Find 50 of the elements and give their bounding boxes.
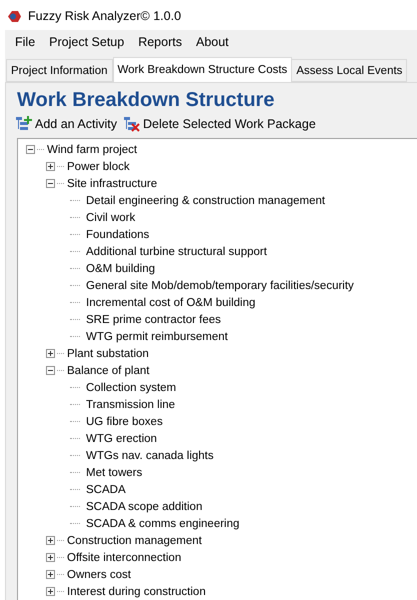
tree-item[interactable]: O&M building [86,262,156,274]
tree-item[interactable]: Balance of plant [67,364,150,376]
tree-item[interactable]: SRE prime contractor fees [86,314,221,326]
menu-item[interactable]: Reports [131,33,189,51]
tree-item[interactable]: General site Mob/demob/temporary facilities/security [86,280,354,292]
delete-node-icon [123,116,140,132]
tree-item[interactable]: Additional turbine structural support [86,246,267,258]
tree-item[interactable]: Interest during construction [67,586,206,598]
tree-item[interactable]: Foundations [86,228,150,240]
tree-item[interactable]: Collection system [86,382,176,394]
tree-item[interactable]: WTGs nav. canada lights [86,450,214,462]
add-button[interactable]: Add an Activity [15,116,117,132]
window-title: Fuzzy Risk Analyzer© 1.0.0 [28,9,182,23]
tree-item[interactable]: Civil work [86,212,136,224]
tree-item[interactable]: Met towers [86,466,142,478]
expand-toggle[interactable] [46,536,55,545]
tree-item[interactable]: SCADA scope addition [86,500,202,512]
tree-item[interactable]: Offsite interconnection [67,552,182,564]
expand-toggle[interactable] [46,587,55,596]
tree-item[interactable]: SCADA & comms engineering [86,518,240,530]
expand-toggle[interactable] [46,570,55,579]
tree-item[interactable]: Wind farm project [47,144,138,156]
collapse-toggle[interactable] [46,366,55,375]
tab[interactable]: Project Information [6,59,113,82]
section-title: Work Breakdown Structure [16,88,276,113]
expand-toggle[interactable] [46,349,55,358]
tree-item[interactable]: WTG erection [86,432,157,444]
collapse-toggle[interactable] [46,179,55,188]
expand-toggle[interactable] [46,162,55,171]
tree-item[interactable]: UG fibre boxes [86,416,163,428]
add-node-icon [15,116,32,132]
tab[interactable]: Work Breakdown Structure Costs [112,57,292,82]
expand-toggle[interactable] [46,553,55,562]
tree-item[interactable]: Construction management [67,534,202,546]
tree-item[interactable]: WTG permit reimbursement [86,330,228,342]
app-logo-icon [7,10,22,22]
tree-item[interactable]: Owners cost [67,568,131,580]
menu-item[interactable]: Project Setup [42,33,132,51]
menu-item[interactable]: About [188,33,236,51]
tree-item[interactable]: Transmission line [86,398,176,410]
tree-item[interactable]: Detail engineering & construction management [86,194,326,206]
tree-item[interactable]: Plant substation [67,348,149,360]
tree-item[interactable]: Incremental cost of O&M building [86,296,256,308]
tree-item[interactable]: SCADA [86,484,126,496]
tree-item[interactable]: Site infrastructure [67,178,158,190]
delete-button[interactable]: Delete Selected Work Package [123,116,316,132]
tree-item[interactable]: Power block [67,160,130,172]
collapse-toggle[interactable] [26,145,35,154]
tab[interactable]: Assess Local Events [291,59,408,82]
menu-item[interactable]: File [8,33,42,51]
